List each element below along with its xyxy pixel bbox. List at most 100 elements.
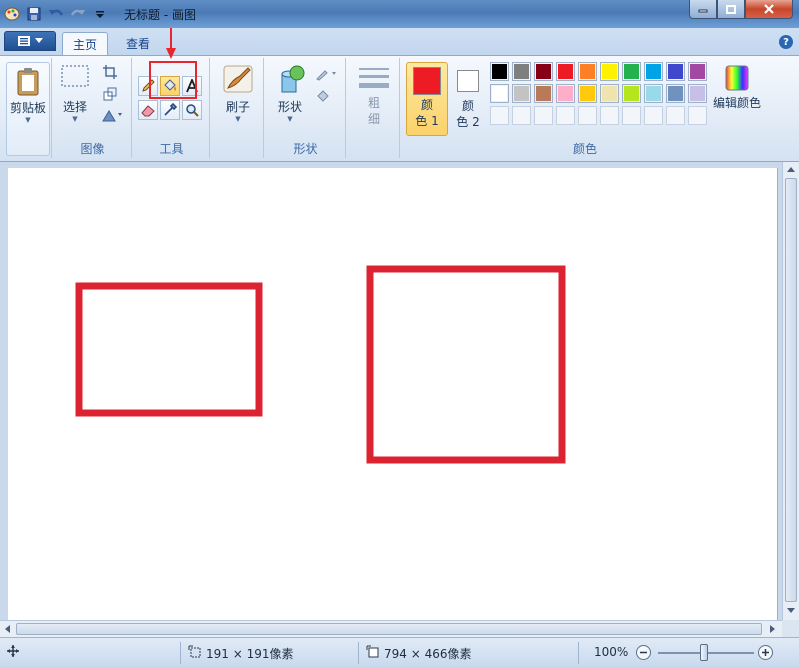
palette-swatch[interactable] <box>688 106 707 125</box>
save-icon[interactable] <box>26 6 42 22</box>
palette-swatch[interactable] <box>666 106 685 125</box>
status-divider <box>358 642 359 664</box>
title-bar: 无标题 - 画图 <box>0 0 799 28</box>
palette-swatch[interactable] <box>512 84 531 103</box>
palette-swatch[interactable] <box>622 84 641 103</box>
scroll-up-icon[interactable] <box>785 164 797 176</box>
palette-swatch[interactable] <box>622 106 641 125</box>
help-icon[interactable]: ? <box>779 35 793 49</box>
size-label-thick: 粗 <box>367 96 380 110</box>
undo-icon[interactable] <box>48 6 64 22</box>
edit-colors-button[interactable]: 编辑颜色 <box>710 64 764 111</box>
palette-swatch[interactable] <box>490 84 509 103</box>
palette-swatch[interactable] <box>556 84 575 103</box>
palette-swatch[interactable] <box>556 106 575 125</box>
palette-swatch[interactable] <box>534 106 553 125</box>
palette-swatch[interactable] <box>622 62 641 81</box>
select-rectangle-icon <box>61 65 89 87</box>
rotate-icon[interactable] <box>100 106 126 126</box>
clipboard-button[interactable]: 剪贴板 ▼ <box>6 62 50 156</box>
palette-swatch[interactable] <box>688 62 707 81</box>
vertical-scroll-thumb[interactable] <box>785 178 797 602</box>
scroll-down-icon[interactable] <box>785 604 797 616</box>
palette-swatch[interactable] <box>578 62 597 81</box>
application-menu-button[interactable] <box>4 31 56 51</box>
palette-swatch[interactable] <box>512 106 531 125</box>
color-spectrum-icon <box>725 65 749 91</box>
red-rectangle-large[interactable] <box>366 265 566 464</box>
palette-swatch[interactable] <box>534 62 553 81</box>
select-button[interactable]: 选择 ▼ <box>56 64 94 123</box>
horizontal-scrollbar[interactable] <box>0 620 782 637</box>
palette-swatch[interactable] <box>556 62 575 81</box>
palette-swatch[interactable] <box>644 106 663 125</box>
palette-swatch[interactable] <box>534 84 553 103</box>
zoom-in-icon[interactable] <box>758 645 773 660</box>
color1-label-line2: 色 1 <box>415 114 439 128</box>
tools-group-label: 工具 <box>159 142 184 156</box>
color2-button[interactable]: 颜 色 2 <box>450 62 486 136</box>
line-width-icon <box>359 68 389 88</box>
scroll-left-icon[interactable] <box>2 623 14 635</box>
zoom-level-text: 100% <box>594 645 629 659</box>
vertical-scrollbar[interactable] <box>782 162 799 620</box>
palette-swatch[interactable] <box>666 62 685 81</box>
fill-shape-icon[interactable] <box>314 86 340 106</box>
select-label: 选择 <box>62 100 87 114</box>
palette-swatch[interactable] <box>644 62 663 81</box>
color1-button[interactable]: 颜 色 1 <box>406 62 448 136</box>
zoom-slider-thumb[interactable] <box>700 644 708 661</box>
minimize-button[interactable] <box>689 0 717 19</box>
scroll-right-icon[interactable] <box>766 623 778 635</box>
image-group-label: 图像 <box>80 142 105 156</box>
horizontal-scroll-thumb[interactable] <box>16 623 762 635</box>
edit-colors-label: 编辑颜色 <box>712 96 761 110</box>
chevron-down-icon: ▼ <box>25 116 31 124</box>
tab-home[interactable]: 主页 <box>62 32 109 55</box>
palette-swatch[interactable] <box>600 106 619 125</box>
chevron-down-icon: ▼ <box>287 115 293 123</box>
image-group: 选择 ▼ 图像 <box>54 58 132 158</box>
size-button[interactable]: 粗 细 <box>354 66 394 127</box>
brushes-label: 刷子 <box>225 100 250 114</box>
palette-swatch[interactable] <box>600 84 619 103</box>
palette-swatch[interactable] <box>512 62 531 81</box>
outline-icon[interactable] <box>314 64 340 84</box>
close-icon <box>764 4 774 14</box>
palette-swatch[interactable] <box>600 62 619 81</box>
window-controls <box>689 0 793 19</box>
ribbon: 剪贴板 ▼ 选择 ▼ 图像 工具 刷子 ▼ 形状 ▼ 形状 粗 细 颜 色 1 … <box>0 55 799 162</box>
palette-swatch[interactable] <box>666 84 685 103</box>
crop-icon[interactable] <box>100 62 120 82</box>
palette-swatch[interactable] <box>578 84 597 103</box>
chevron-down-icon: ▼ <box>235 115 241 123</box>
canvas-drawing <box>75 265 566 464</box>
color2-swatch <box>457 70 479 92</box>
customize-toolbar-icon[interactable] <box>92 6 108 22</box>
palette-swatch[interactable] <box>578 106 597 125</box>
close-button[interactable] <box>745 0 793 19</box>
maximize-icon <box>726 4 736 14</box>
palette-swatch[interactable] <box>644 84 663 103</box>
drawing-canvas[interactable] <box>8 168 778 620</box>
redo-icon[interactable] <box>70 6 86 22</box>
zoom-out-icon[interactable] <box>636 645 651 660</box>
shapes-button[interactable]: 形状 ▼ <box>270 64 310 123</box>
quick-access-toolbar <box>4 4 108 24</box>
resize-icon[interactable] <box>100 84 120 104</box>
palette-swatch[interactable] <box>490 106 509 125</box>
window-title: 无标题 - 画图 <box>124 8 196 22</box>
status-bar: 191 × 191像素 794 × 466像素 100% <box>0 637 799 667</box>
brushes-button[interactable]: 刷子 ▼ <box>218 64 258 123</box>
magnifier-icon <box>186 104 199 117</box>
palette-swatch[interactable] <box>490 62 509 81</box>
clipboard-icon <box>17 68 39 96</box>
paint-app-icon[interactable] <box>4 6 20 22</box>
shapes-group: 形状 ▼ 形状 <box>266 58 346 158</box>
maximize-button[interactable] <box>717 0 745 19</box>
shapes-label: 形状 <box>277 100 302 114</box>
clipboard-group: 剪贴板 ▼ <box>4 58 52 158</box>
palette-swatch[interactable] <box>688 84 707 103</box>
red-rectangle-small[interactable] <box>75 282 263 417</box>
size-group: 粗 细 <box>348 58 400 158</box>
